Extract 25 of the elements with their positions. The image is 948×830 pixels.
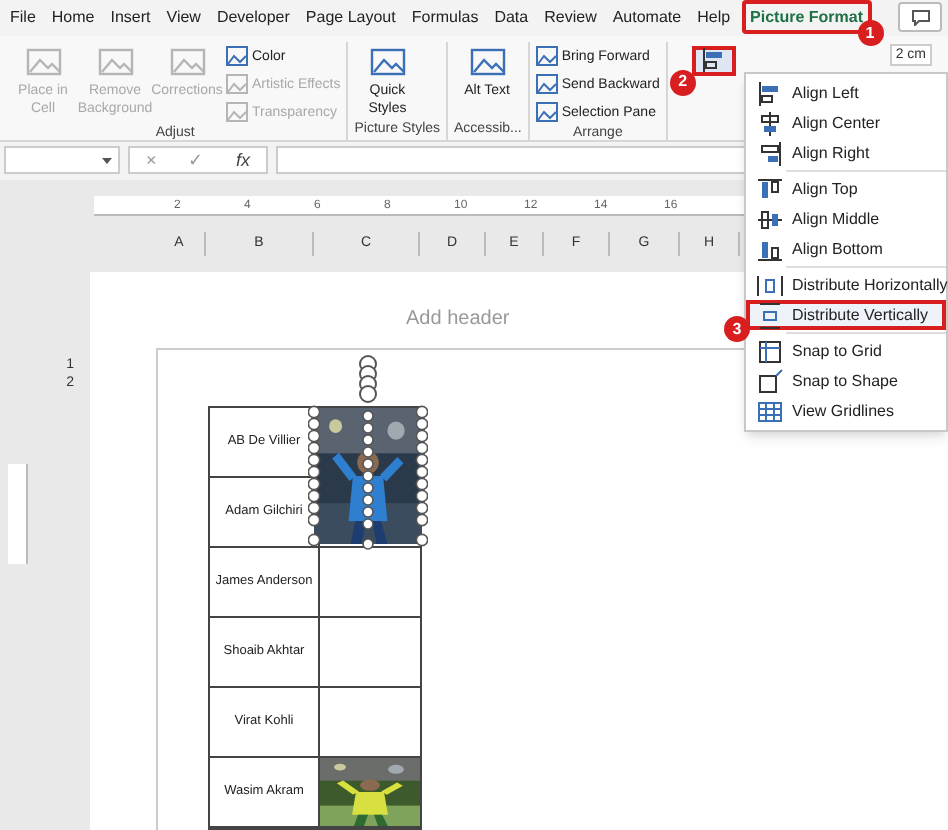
ribbon-tab[interactable]: File	[6, 0, 40, 35]
ribbon-tab[interactable]: Home	[47, 0, 99, 35]
ribbon-tab[interactable]: Developer	[212, 0, 294, 35]
step-badge: 1	[857, 20, 884, 47]
menu-item[interactable]: Align Middle	[746, 204, 946, 234]
menu-item[interactable]: Align Top	[746, 174, 946, 204]
ribbon-tab[interactable]: Data	[490, 0, 533, 35]
menu-item[interactable]: Align Left	[746, 78, 946, 108]
step-badge: 2	[669, 69, 696, 96]
menu-item[interactable]: Align Center	[746, 108, 946, 138]
insert-function-button[interactable]: fx	[236, 147, 251, 175]
ribbon-tab[interactable]: Review	[540, 0, 601, 35]
menu-item[interactable]: Distribute Horizontally	[746, 270, 946, 300]
menu-item[interactable]: Snap to Grid	[746, 336, 946, 366]
ribbon-tab[interactable]: Automate	[608, 0, 686, 35]
menu-item[interactable]: Snap to Shape	[746, 366, 946, 396]
ribbon-tab[interactable]: Insert	[106, 0, 155, 35]
ribbon-tab[interactable]: View	[162, 0, 205, 35]
menu-item[interactable]: Distribute Vertically	[746, 300, 946, 330]
ribbon-tab[interactable]: Page Layout	[301, 0, 400, 35]
menu-item[interactable]: Align Right	[746, 138, 946, 168]
menu-item[interactable]: Align Bottom	[746, 234, 946, 264]
ribbon-tab[interactable]: Formulas	[407, 0, 483, 35]
menu-item[interactable]: View Gridlines	[746, 396, 946, 426]
ribbon-tab[interactable]: Help	[693, 0, 735, 35]
